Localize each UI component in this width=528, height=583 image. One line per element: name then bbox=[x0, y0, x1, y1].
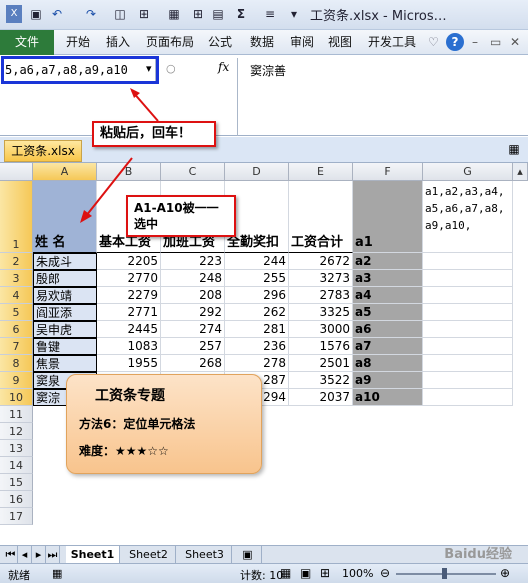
zoom-in-icon[interactable]: ⊕ bbox=[500, 566, 510, 580]
watermark: Baidu经验 bbox=[444, 547, 512, 562]
status-bar: 就绪 ▦ 计数: 10 ▦ ▣ ⊞ 100% ⊖ ⊕ bbox=[0, 563, 528, 583]
topic-card: 工资条专题 方法6：定位单元格法 难度：★★★☆☆ bbox=[66, 374, 262, 474]
zoom-slider-thumb[interactable] bbox=[442, 568, 447, 579]
status-count: 计数: 10 bbox=[240, 569, 284, 582]
zoom-level[interactable]: 100% bbox=[342, 567, 373, 580]
page-break-view-icon[interactable]: ⊞ bbox=[320, 566, 330, 580]
page-layout-view-icon[interactable]: ▣ bbox=[300, 566, 311, 580]
normal-view-icon[interactable]: ▦ bbox=[280, 566, 291, 580]
sheet-tab-1[interactable]: Sheet1 bbox=[66, 546, 120, 563]
arrow-cell-a1 bbox=[85, 157, 133, 217]
next-sheet-icon[interactable]: ▸ bbox=[32, 546, 46, 563]
status-ready: 就绪 bbox=[8, 569, 30, 582]
macro-record-icon[interactable]: ▦ bbox=[52, 567, 62, 580]
last-sheet-icon[interactable]: ⏭ bbox=[46, 546, 60, 563]
topic-method: 方法6：定位单元格法 bbox=[79, 417, 196, 431]
insert-sheet-icon[interactable]: ▣ bbox=[234, 546, 262, 563]
sheet-tab-3[interactable]: Sheet3 bbox=[178, 546, 232, 563]
zoom-out-icon[interactable]: ⊖ bbox=[380, 566, 390, 580]
sheet-tab-2[interactable]: Sheet2 bbox=[122, 546, 176, 563]
topic-difficulty: 难度：★★★☆☆ bbox=[79, 444, 169, 458]
first-sheet-icon[interactable]: ⏮ bbox=[4, 546, 18, 563]
prev-sheet-icon[interactable]: ◂ bbox=[18, 546, 32, 563]
arrow-head-1 bbox=[130, 88, 140, 98]
sheet-tabbar: ⏮ ◂ ▸ ⏭ Sheet1 Sheet2 Sheet3 ▣ Baidu经验 bbox=[0, 545, 528, 563]
topic-title: 工资条专题 bbox=[95, 388, 165, 404]
